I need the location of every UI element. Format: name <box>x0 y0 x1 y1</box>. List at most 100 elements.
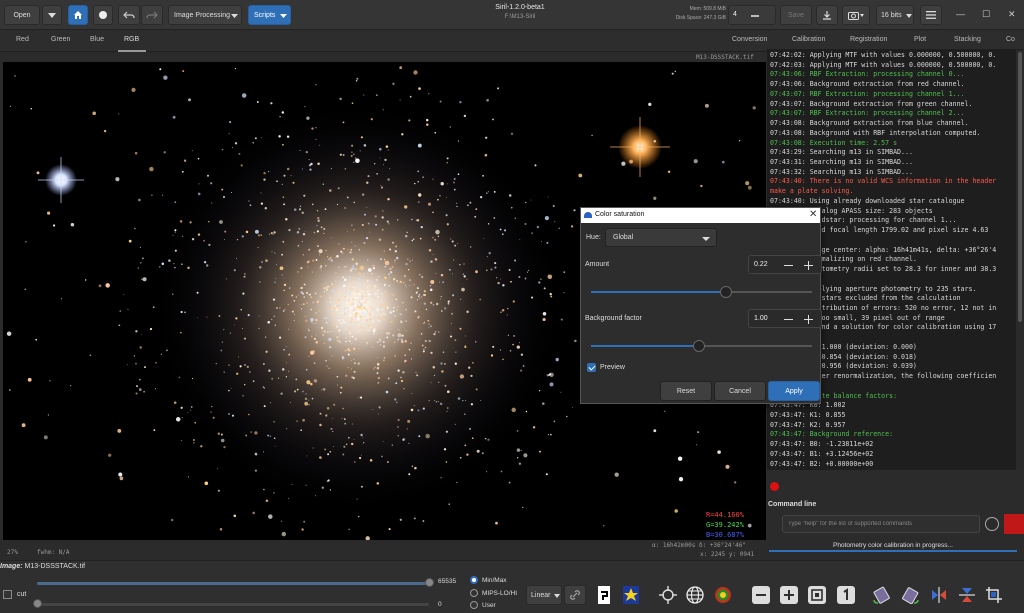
tab-rgb[interactable]: RGB <box>124 36 139 43</box>
amount-slider[interactable] <box>591 286 812 298</box>
minus-icon[interactable] <box>784 264 793 266</box>
zoom-fit-button[interactable] <box>807 585 827 605</box>
maximize-button[interactable]: ☐ <box>982 9 990 20</box>
star <box>411 239 413 242</box>
low-threshold-knob[interactable] <box>33 599 42 608</box>
tab-stacking[interactable]: Stacking <box>954 36 981 43</box>
star <box>531 296 534 299</box>
display-mode-select[interactable]: Linear <box>526 585 562 605</box>
star <box>340 250 343 253</box>
star <box>435 401 438 403</box>
radio-user[interactable]: User <box>470 601 496 609</box>
zoom-out-button[interactable] <box>751 585 771 605</box>
star <box>542 402 545 405</box>
threads-spinner[interactable]: 4 <box>728 5 776 25</box>
star <box>349 301 351 304</box>
record-button[interactable] <box>93 5 113 25</box>
tab-blue[interactable]: Blue <box>90 36 104 43</box>
header-bar: Open Image Processing Scripts Siril-1.2.… <box>0 0 1024 30</box>
radio-minmax[interactable]: Min/Max <box>470 576 507 584</box>
star <box>380 306 383 309</box>
background-factor-spinner[interactable]: 1.00 <box>748 309 822 328</box>
cancel-button[interactable]: Cancel <box>714 381 766 401</box>
low-threshold-slider[interactable] <box>37 603 429 606</box>
console-scrollbar[interactable] <box>1016 50 1024 470</box>
tab-conversion[interactable]: Conversion <box>732 36 767 43</box>
main-menu-button[interactable] <box>920 5 942 25</box>
star <box>333 323 335 326</box>
rotate-left-button[interactable] <box>872 585 892 605</box>
tab-plot[interactable]: Plot <box>914 36 926 43</box>
star <box>327 256 329 258</box>
mirror-x-button[interactable] <box>929 585 949 605</box>
star <box>516 345 520 349</box>
link-button[interactable] <box>564 585 586 605</box>
high-threshold-knob[interactable] <box>425 578 434 587</box>
star <box>336 336 339 339</box>
star <box>388 223 390 225</box>
zoom-100-button[interactable] <box>836 585 856 605</box>
tab-calibration[interactable]: Calibration <box>792 36 825 43</box>
radio-dot[interactable] <box>470 589 478 597</box>
checkbox[interactable] <box>3 590 12 599</box>
apply-button[interactable]: Apply <box>768 381 820 401</box>
redo-button[interactable] <box>141 5 163 25</box>
high-threshold-slider[interactable] <box>37 582 429 585</box>
checkmark-icon[interactable] <box>587 363 596 372</box>
star <box>271 318 273 321</box>
wcs-grid-button[interactable] <box>685 585 705 605</box>
home-button[interactable] <box>68 5 88 25</box>
negative-view-button[interactable] <box>594 585 614 605</box>
star <box>432 366 436 369</box>
close-window-button[interactable]: ✕ <box>1008 9 1016 20</box>
dialog-titlebar[interactable]: Color saturation ✕ <box>581 208 820 223</box>
stop-button[interactable] <box>1004 514 1024 534</box>
bit-depth-menu[interactable]: 16 bits <box>876 5 914 25</box>
undo-button[interactable] <box>118 5 140 25</box>
save-as-button[interactable] <box>816 5 838 25</box>
star <box>671 72 674 75</box>
hue-select[interactable]: Global <box>605 228 717 247</box>
amount-slider-knob[interactable] <box>719 286 732 298</box>
image-processing-menu[interactable]: Image Processing <box>168 5 242 25</box>
close-icon[interactable]: ✕ <box>809 209 817 220</box>
annotate-button[interactable] <box>658 585 678 605</box>
false-color-button[interactable] <box>621 585 641 605</box>
star <box>350 359 353 361</box>
star <box>414 466 417 470</box>
reset-button[interactable]: Reset <box>660 381 712 401</box>
zoom-in-button[interactable] <box>779 585 799 605</box>
cut-checkbox[interactable]: cut <box>3 590 26 599</box>
tab-green[interactable]: Green <box>51 36 70 43</box>
tab-red[interactable]: Red <box>16 36 29 43</box>
radio-mips[interactable]: MIPS-LO/HI <box>470 589 517 597</box>
background-factor-slider[interactable] <box>591 340 812 352</box>
open-button[interactable]: Open <box>4 5 40 25</box>
scrollbar-thumb[interactable] <box>1018 52 1022 322</box>
star <box>697 431 700 434</box>
radio-dot[interactable] <box>470 601 478 609</box>
crop-button[interactable] <box>985 585 1005 605</box>
blue-percent-readout: B=30.687% <box>706 531 744 539</box>
star <box>432 304 435 306</box>
save-button[interactable]: Save <box>780 5 812 25</box>
minimize-button[interactable]: — <box>956 9 965 19</box>
mirror-y-button[interactable] <box>957 585 977 605</box>
background-factor-slider-knob[interactable] <box>693 340 706 352</box>
preview-label: Preview <box>600 364 625 371</box>
radio-dot[interactable] <box>470 576 478 584</box>
recent-files-button[interactable] <box>42 5 62 25</box>
help-icon[interactable] <box>985 517 999 531</box>
amount-spinner[interactable]: 0.22 <box>748 255 822 274</box>
scripts-menu[interactable]: Scripts <box>248 5 291 25</box>
preview-checkbox[interactable]: Preview <box>587 363 625 372</box>
command-input[interactable] <box>783 516 979 532</box>
star <box>232 147 234 149</box>
snapshot-button[interactable] <box>842 5 870 25</box>
star <box>387 197 390 201</box>
tab-registration[interactable]: Registration <box>850 36 887 43</box>
tab-console[interactable]: Co <box>1006 36 1015 43</box>
photometry-button[interactable] <box>713 585 733 605</box>
minus-icon[interactable] <box>784 318 793 320</box>
rotate-right-button[interactable] <box>900 585 920 605</box>
